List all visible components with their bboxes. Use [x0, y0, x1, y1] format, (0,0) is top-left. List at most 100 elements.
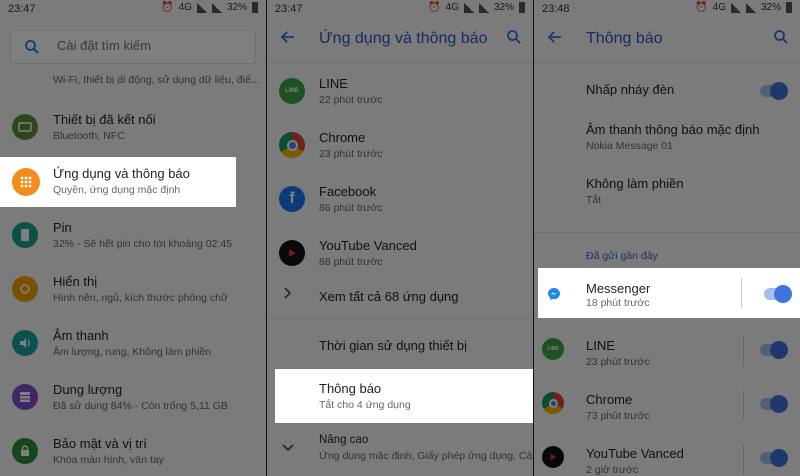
- list-item-sound[interactable]: Âm thanh Âm lượng, rung, Không làm phiền: [0, 320, 266, 374]
- list-item-connected-devices[interactable]: Thiết bị đã kết nối Bluetooth, NFC: [0, 104, 266, 158]
- status-time: 23:47: [8, 3, 36, 15]
- battery-percent: 32%: [493, 2, 514, 13]
- search-icon[interactable]: [505, 28, 523, 51]
- divider: [534, 232, 800, 233]
- list-item-subtitle: Âm lượng, rung, Không làm phiền: [53, 346, 212, 358]
- list-item-subtitle: 32% - Sẽ hết pin cho tới khoảng 02:45: [53, 238, 233, 250]
- app-name: LINE: [586, 338, 615, 353]
- list-item-title: Pin: [53, 220, 72, 235]
- network-label: 4G: [712, 2, 726, 13]
- screen-time-row[interactable]: Thời gian sử dụng thiết bị: [267, 330, 533, 366]
- recent-app-youtube-vanced[interactable]: YouTube Vanced 2 giờ trước: [534, 438, 800, 476]
- advanced-title: Nâng cao: [319, 434, 369, 446]
- app-last-sent: 2 giờ trước: [586, 464, 639, 476]
- app-name: LINE: [319, 76, 348, 91]
- signal-icon: [196, 2, 207, 13]
- app-last-used: 88 phút trước: [319, 256, 383, 268]
- list-item-battery[interactable]: Pin 32% - Sẽ hết pin cho tới khoảng 02:4…: [0, 212, 266, 266]
- list-item-subtitle: Quyền, ứng dụng mặc định: [53, 184, 181, 196]
- divider: [741, 278, 742, 308]
- youtube-vanced-notifications-toggle[interactable]: [760, 449, 788, 467]
- brightness-icon: [12, 276, 38, 302]
- divider: [267, 62, 533, 63]
- list-item-subtitle: Hình nền, ngủ, kích thước phông chữ: [53, 292, 229, 304]
- battery-percent: 32%: [760, 2, 781, 13]
- app-row-chrome[interactable]: Chrome 23 phút trước: [267, 122, 533, 176]
- recent-app-chrome[interactable]: Chrome 73 phút trước: [534, 384, 800, 438]
- back-arrow-icon[interactable]: [279, 28, 297, 51]
- toggle-knob: [770, 449, 788, 467]
- network-label: 4G: [445, 2, 459, 13]
- screen-time-label: Thời gian sử dụng thiết bị: [319, 338, 468, 353]
- divider: [743, 390, 744, 420]
- app-name: YouTube Vanced: [586, 446, 684, 461]
- signal-icon: [211, 2, 222, 13]
- divider: [743, 444, 744, 474]
- app-row-line[interactable]: LINE LINE 22 phút trước: [267, 68, 533, 122]
- facebook-app-icon: f: [279, 186, 305, 212]
- battery-percent: 32%: [226, 2, 247, 13]
- recent-app-line[interactable]: LINE LINE 23 phút trước: [534, 330, 800, 384]
- app-name: Chrome: [319, 130, 366, 145]
- chrome-app-icon: [542, 392, 564, 414]
- list-item-title: Âm thanh: [53, 328, 109, 343]
- status-bar: 23:47 ⏰ 4G 32%: [0, 0, 266, 18]
- list-item-display[interactable]: Hiển thị Hình nền, ngủ, kích thước phông…: [0, 266, 266, 320]
- app-last-used: 23 phút trước: [319, 148, 383, 160]
- signal-icon: [478, 2, 489, 13]
- advanced-row[interactable]: Nâng cao Ứng dụng mặc định, Giấy phép ứn…: [267, 422, 533, 476]
- list-item-title: Thiết bị đã kết nối: [53, 112, 156, 127]
- back-arrow-icon[interactable]: [546, 28, 564, 51]
- do-not-disturb-row[interactable]: Không làm phiền Tắt: [534, 168, 800, 222]
- search-icon[interactable]: [772, 28, 790, 51]
- default-sound-row[interactable]: Âm thanh thông báo mặc định Nokia Messag…: [534, 114, 800, 168]
- connected-devices-icon: [12, 114, 38, 140]
- divider: [534, 62, 800, 63]
- list-item-subtitle: Đã sử dụng 84% - Còn trống 5,11 GB: [53, 400, 228, 412]
- battery-icon: [12, 222, 38, 248]
- app-name: Chrome: [586, 392, 633, 407]
- notifications-title: Thông báo: [319, 381, 382, 396]
- see-all-apps-label: Xem tất cả 68 ứng dụng: [319, 289, 459, 304]
- list-item-title: Hiển thị: [53, 274, 98, 289]
- alarm-icon: ⏰: [428, 2, 441, 13]
- list-item-subtitle: Wi-Fi, thiết bị di động, sử dụng dữ liệu…: [53, 74, 260, 86]
- status-time: 23:48: [542, 3, 570, 15]
- search-input[interactable]: [57, 38, 247, 53]
- battery-icon: [786, 2, 792, 13]
- signal-icon: [730, 2, 741, 13]
- settings-search-bar[interactable]: [10, 30, 256, 64]
- divider: [267, 318, 533, 319]
- default-sound-label: Âm thanh thông báo mặc định: [586, 122, 760, 137]
- list-item-network-partial[interactable]: Wi-Fi, thiết bị di động, sử dụng dữ liệu…: [0, 66, 266, 90]
- app-name: Messenger: [586, 281, 651, 296]
- list-item-title: Ứng dụng và thông báo: [53, 166, 190, 181]
- advanced-subtitle: Ứng dụng mặc định, Giấy phép ứng dụng, C…: [319, 450, 533, 462]
- line-notifications-toggle[interactable]: [760, 341, 788, 359]
- app-row-facebook[interactable]: f Facebook 86 phút trước: [267, 176, 533, 230]
- list-item-title: Dung lượng: [53, 382, 123, 397]
- toggle-knob: [770, 395, 788, 413]
- blink-light-toggle[interactable]: [760, 82, 788, 100]
- toggle-knob: [774, 285, 792, 303]
- app-last-sent: 23 phút trước: [586, 356, 650, 368]
- line-app-icon: LINE: [542, 338, 564, 360]
- status-icons: ⏰ 4G 32%: [428, 2, 525, 13]
- see-all-apps-row[interactable]: Xem tất cả 68 ứng dụng: [267, 274, 533, 318]
- blink-light-row[interactable]: Nhấp nháy đèn: [534, 74, 800, 110]
- default-sound-value: Nokia Message 01: [586, 140, 673, 152]
- app-last-sent: 73 phút trước: [586, 410, 650, 422]
- highlight-apps-notifications[interactable]: Ứng dụng và thông báo Quyền, ứng dụng mặ…: [0, 157, 236, 207]
- chrome-notifications-toggle[interactable]: [760, 395, 788, 413]
- list-item-storage[interactable]: Dung lượng Đã sử dụng 84% - Còn trống 5,…: [0, 374, 266, 428]
- app-last-used: 22 phút trước: [319, 94, 383, 106]
- dnd-label: Không làm phiền: [586, 176, 684, 191]
- alarm-icon: ⏰: [695, 2, 708, 13]
- messenger-notifications-toggle[interactable]: [764, 285, 792, 303]
- apps-notifications-panel: 23:47 ⏰ 4G 32% Ứng dụng và thông báo LIN…: [267, 0, 533, 476]
- highlight-notifications-row[interactable]: Thông báo Tắt cho 4 ứng dụng: [275, 369, 533, 423]
- network-label: 4G: [178, 2, 192, 13]
- list-item-security[interactable]: Bảo mật và vị trí Khóa màn hình, vân tay: [0, 428, 266, 476]
- status-bar: 23:47 ⏰ 4G 32%: [267, 0, 533, 18]
- highlight-messenger-row[interactable]: Messenger 18 phút trước: [538, 268, 800, 318]
